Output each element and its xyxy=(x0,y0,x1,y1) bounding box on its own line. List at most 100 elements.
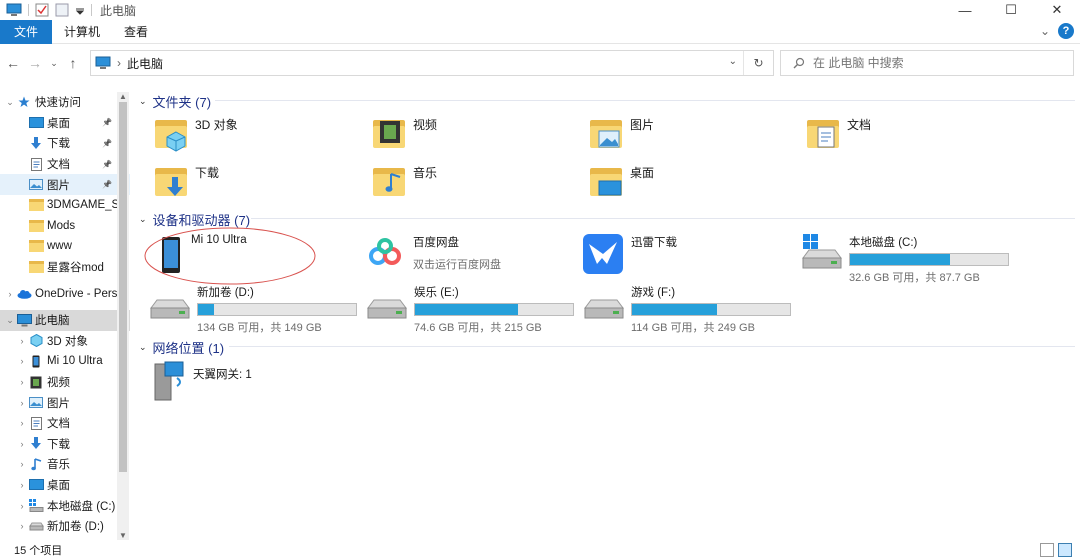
drive-capacity: 32.6 GB 可用，共 87.7 GB xyxy=(849,272,980,284)
minimize-button[interactable]: — xyxy=(942,0,988,20)
chevron-right-icon[interactable]: › xyxy=(4,289,16,299)
sidebar-item[interactable]: ⌄ 此电脑 xyxy=(0,309,130,331)
sidebar-item[interactable]: › 新加卷 (D:) xyxy=(0,516,130,537)
pin-icon[interactable]: 📌 xyxy=(102,139,112,148)
chevron-down-icon[interactable]: ⌄ xyxy=(139,96,147,107)
large-icons-view-icon[interactable] xyxy=(1058,543,1072,557)
sidebar-item-label: 快速访问 xyxy=(35,97,81,110)
sidebar-item[interactable]: 桌面 📌 xyxy=(0,113,130,134)
sidebar-item[interactable]: 星露谷mod xyxy=(0,257,130,278)
sidebar-item[interactable]: 下载 📌 xyxy=(0,133,130,154)
drive-capacity: 114 GB 可用，共 249 GB xyxy=(631,322,755,334)
sidebar-item[interactable]: › 音乐 xyxy=(0,454,130,475)
sidebar-item[interactable]: 3DMGAME_Sa xyxy=(0,195,130,216)
search-icon xyxy=(793,57,805,69)
sidebar-item[interactable]: › OneDrive - Pers xyxy=(0,283,130,304)
scroll-up-icon[interactable]: ▲ xyxy=(119,92,127,101)
chevron-right-icon[interactable]: › xyxy=(16,459,28,469)
chevron-right-icon[interactable]: › xyxy=(16,398,28,408)
folder-3d-objects[interactable]: 3D 对象 xyxy=(153,114,238,154)
folder-music[interactable]: 音乐 xyxy=(371,162,437,202)
sidebar-item[interactable]: › Mi 10 Ultra xyxy=(0,351,130,372)
chevron-right-icon[interactable]: › xyxy=(16,501,28,511)
scrollbar-thumb[interactable] xyxy=(119,102,127,472)
chevron-right-icon[interactable]: › xyxy=(16,439,28,449)
folder-desktop[interactable]: 桌面 xyxy=(588,162,654,202)
sidebar-item[interactable]: › 3D 对象 xyxy=(0,331,130,352)
up-arrow-icon[interactable]: ↑ xyxy=(64,55,82,71)
details-view-icon[interactable] xyxy=(1040,543,1054,557)
address-bar[interactable]: › 此电脑 ⌄ ↻ xyxy=(90,50,774,76)
download-icon xyxy=(28,437,44,451)
close-button[interactable]: ✕ xyxy=(1034,0,1080,20)
picture-folder-icon xyxy=(598,130,620,148)
drive-e[interactable]: 娱乐 (E:) 74.6 GB 可用，共 215 GB xyxy=(366,284,574,335)
sidebar-item[interactable]: › 下载 xyxy=(0,434,130,455)
tab-file[interactable]: 文件 xyxy=(0,19,53,44)
music-icon xyxy=(28,457,44,471)
recent-dropdown-icon[interactable]: ⌄ xyxy=(48,58,60,69)
sidebar-item-label: 图片 xyxy=(47,397,70,410)
sidebar-item[interactable]: › 文档 xyxy=(0,413,130,434)
back-arrow-icon[interactable]: ← xyxy=(4,55,22,71)
address-dropdown-icon[interactable]: ⌄ xyxy=(729,56,737,67)
navigation-scrollbar[interactable]: ▲ ▼ xyxy=(117,92,129,540)
device-baidu-netdisk[interactable]: 百度网盘 双击运行百度网盘 xyxy=(365,234,501,274)
chevron-down-icon[interactable]: ⌄ xyxy=(4,97,16,108)
sidebar-item[interactable]: www xyxy=(0,236,130,257)
sidebar-item[interactable]: 图片 📌 xyxy=(0,174,130,195)
picture-icon xyxy=(28,396,44,410)
chevron-right-icon[interactable]: › xyxy=(16,336,28,346)
folder-pictures[interactable]: 图片 xyxy=(588,114,654,154)
sidebar-item[interactable]: Mods xyxy=(0,216,130,237)
chevron-right-icon[interactable]: › xyxy=(16,356,28,366)
folder-videos[interactable]: 视频 xyxy=(371,114,437,154)
folder-icon xyxy=(28,260,44,274)
refresh-button[interactable]: ↻ xyxy=(743,51,773,75)
sidebar-item[interactable]: ⌄ 快速访问 xyxy=(0,92,130,113)
new-folder-icon[interactable] xyxy=(55,3,69,17)
pin-icon[interactable]: 📌 xyxy=(102,118,112,127)
search-box[interactable] xyxy=(780,50,1074,76)
pin-icon[interactable]: 📌 xyxy=(102,180,112,189)
group-header-network[interactable]: ⌄ 网络位置 (1) xyxy=(139,338,224,357)
sidebar-item[interactable]: › 图片 xyxy=(0,392,130,413)
chevron-right-icon[interactable]: › xyxy=(16,377,28,387)
tab-view[interactable]: 查看 xyxy=(112,20,160,44)
sidebar-item[interactable]: › 本地磁盘 (C:) xyxy=(0,495,130,516)
content-pane: ⌄ 文件夹 (7) 3D 对象 视频 图片 文档 下载 音乐 桌面 ⌄ 设备和驱… xyxy=(133,84,1080,540)
pin-icon[interactable]: 📌 xyxy=(102,160,112,169)
drive-d[interactable]: 新加卷 (D:) 134 GB 可用，共 149 GB xyxy=(149,284,357,335)
folder-documents[interactable]: 文档 xyxy=(805,114,871,154)
breadcrumb-this-pc[interactable]: 此电脑 xyxy=(127,55,163,72)
sidebar-item[interactable]: 文档 📌 xyxy=(0,154,130,175)
chevron-down-icon[interactable]: ⌄ xyxy=(4,315,16,326)
separator xyxy=(91,4,92,16)
sidebar-item[interactable]: › 桌面 xyxy=(0,475,130,496)
sidebar-item-label: 下载 xyxy=(47,438,70,451)
group-header-folders[interactable]: ⌄ 文件夹 (7) xyxy=(139,92,211,111)
chevron-down-icon[interactable]: ⌄ xyxy=(139,214,147,225)
search-input[interactable] xyxy=(813,56,1053,70)
help-icon[interactable]: ? xyxy=(1058,23,1074,39)
maximize-button[interactable]: ☐ xyxy=(988,0,1034,20)
divider xyxy=(229,346,1075,347)
folder-downloads[interactable]: 下载 xyxy=(153,162,219,202)
scroll-down-icon[interactable]: ▼ xyxy=(119,531,127,540)
chevron-right-icon[interactable]: › xyxy=(16,521,28,531)
drive-usage-bar xyxy=(631,303,791,316)
tab-computer[interactable]: 计算机 xyxy=(52,20,112,44)
chevron-down-icon[interactable]: ⌄ xyxy=(139,342,147,353)
drive-c[interactable]: 本地磁盘 (C:) 32.6 GB 可用，共 87.7 GB xyxy=(801,234,1009,285)
device-thunder-download[interactable]: 迅雷下载 xyxy=(583,234,677,274)
chevron-right-icon[interactable]: › xyxy=(16,418,28,428)
forward-arrow-icon[interactable]: → xyxy=(26,55,44,71)
chevron-right-icon[interactable]: › xyxy=(16,480,28,490)
customize-dropdown-icon[interactable] xyxy=(75,3,85,17)
sidebar-item[interactable]: › 视频 xyxy=(0,372,130,393)
properties-icon[interactable] xyxy=(35,3,49,17)
breadcrumb-separator[interactable]: › xyxy=(117,56,121,70)
drive-f[interactable]: 游戏 (F:) 114 GB 可用，共 249 GB xyxy=(583,284,791,335)
network-tianyi-gateway[interactable]: 天翼网关: 1 xyxy=(153,360,252,401)
ribbon-collapse-icon[interactable]: ⌄ xyxy=(1040,24,1050,38)
